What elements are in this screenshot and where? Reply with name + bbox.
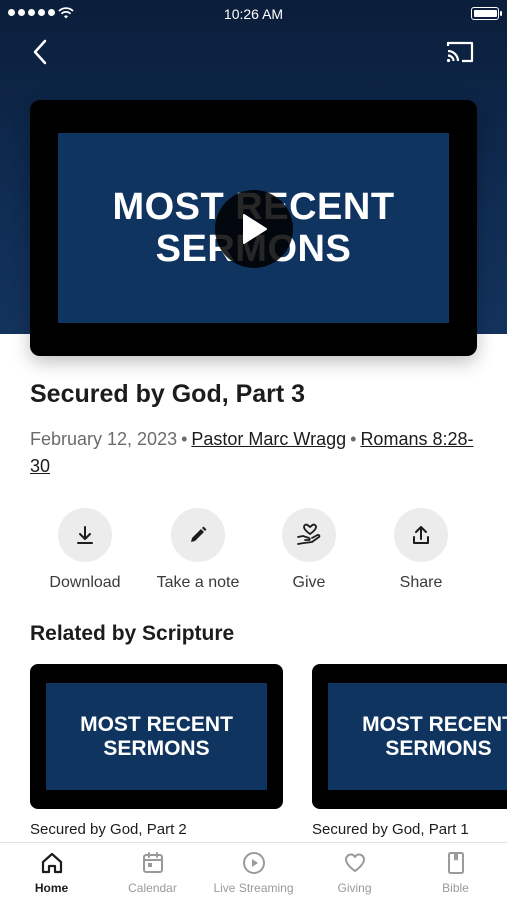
share-circle[interactable] bbox=[394, 508, 448, 562]
related-heading: Related by Scripture bbox=[30, 622, 235, 645]
meta-separator: • bbox=[181, 429, 188, 449]
give-circle[interactable] bbox=[282, 508, 336, 562]
tab-label: Live Streaming bbox=[213, 881, 294, 895]
play-button[interactable] bbox=[215, 190, 293, 268]
sermon-meta: February 12, 2023 • Pastor Marc Wragg • Roma… bbox=[30, 426, 485, 480]
share-label: Share bbox=[399, 574, 443, 591]
download-circle[interactable] bbox=[58, 508, 112, 562]
heart-hand-icon bbox=[297, 523, 321, 545]
tab-bar: Home Calendar Live Streaming Giving Bibl… bbox=[0, 842, 507, 900]
related-carousel[interactable]: MOST RECENT SERMONS Secured by God, Part… bbox=[0, 664, 507, 842]
related-artwork: MOST RECENT SERMONS bbox=[46, 683, 267, 790]
chevron-left-icon bbox=[33, 39, 47, 65]
take-note-button[interactable]: Take a note bbox=[142, 508, 254, 592]
share-button[interactable]: Share bbox=[365, 508, 477, 592]
take-note-label: Take a note bbox=[156, 574, 240, 591]
download-button[interactable]: Download bbox=[29, 508, 141, 592]
related-title: Secured by God, Part 1 bbox=[312, 821, 469, 838]
book-icon bbox=[447, 852, 464, 874]
related-card[interactable]: MOST RECENT SERMONS Secured by God, Part… bbox=[30, 664, 283, 838]
sermon-title: Secured by God, Part 3 bbox=[30, 380, 306, 408]
tab-bible[interactable]: Bible bbox=[405, 851, 506, 895]
sermon-actions: Download Take a note Give Share bbox=[0, 508, 507, 600]
pencil-icon bbox=[191, 526, 207, 542]
tab-calendar[interactable]: Calendar bbox=[102, 851, 203, 895]
download-label: Download bbox=[49, 574, 121, 591]
tab-label: Home bbox=[34, 881, 69, 895]
share-icon bbox=[413, 526, 429, 544]
artwork-line-2: SERMONS bbox=[103, 736, 210, 760]
cast-button[interactable] bbox=[442, 36, 478, 68]
give-button[interactable]: Give bbox=[253, 508, 365, 592]
play-circle-icon bbox=[242, 852, 265, 874]
tab-label: Bible bbox=[442, 881, 469, 895]
status-time: 10:26 AM bbox=[223, 6, 284, 22]
video-player[interactable]: MOST RECENT SERMONS bbox=[30, 100, 477, 356]
heart-icon bbox=[344, 853, 365, 872]
status-bar: 10:26 AM bbox=[0, 0, 507, 28]
artwork-line-1: MOST RECENT bbox=[362, 712, 507, 736]
tab-giving[interactable]: Giving bbox=[304, 851, 405, 895]
sermon-date: February 12, 2023 bbox=[30, 429, 178, 449]
play-icon bbox=[243, 214, 267, 244]
speaker-link[interactable]: Pastor Marc Wragg bbox=[191, 429, 346, 449]
related-artwork: MOST RECENT SERMONS bbox=[328, 683, 507, 790]
take-note-circle[interactable] bbox=[171, 508, 225, 562]
cast-icon bbox=[446, 41, 474, 63]
download-icon bbox=[77, 526, 93, 544]
related-thumbnail[interactable]: MOST RECENT SERMONS bbox=[30, 664, 283, 809]
give-label: Give bbox=[292, 574, 326, 591]
related-card[interactable]: MOST RECENT SERMONS Secured by God, Part… bbox=[312, 664, 507, 838]
related-thumbnail[interactable]: MOST RECENT SERMONS bbox=[312, 664, 507, 809]
tab-home[interactable]: Home bbox=[1, 851, 102, 895]
tab-label: Giving bbox=[337, 881, 372, 895]
home-icon bbox=[41, 852, 62, 874]
tab-live-streaming[interactable]: Live Streaming bbox=[203, 851, 304, 895]
artwork-line-1: MOST RECENT bbox=[80, 712, 233, 736]
tab-label: Calendar bbox=[128, 881, 177, 895]
back-button[interactable] bbox=[24, 36, 56, 68]
related-title: Secured by God, Part 2 bbox=[30, 821, 187, 838]
battery-icon bbox=[471, 7, 502, 20]
calendar-icon bbox=[142, 852, 163, 873]
meta-separator: • bbox=[350, 429, 357, 449]
artwork-line-2: SERMONS bbox=[385, 736, 492, 760]
